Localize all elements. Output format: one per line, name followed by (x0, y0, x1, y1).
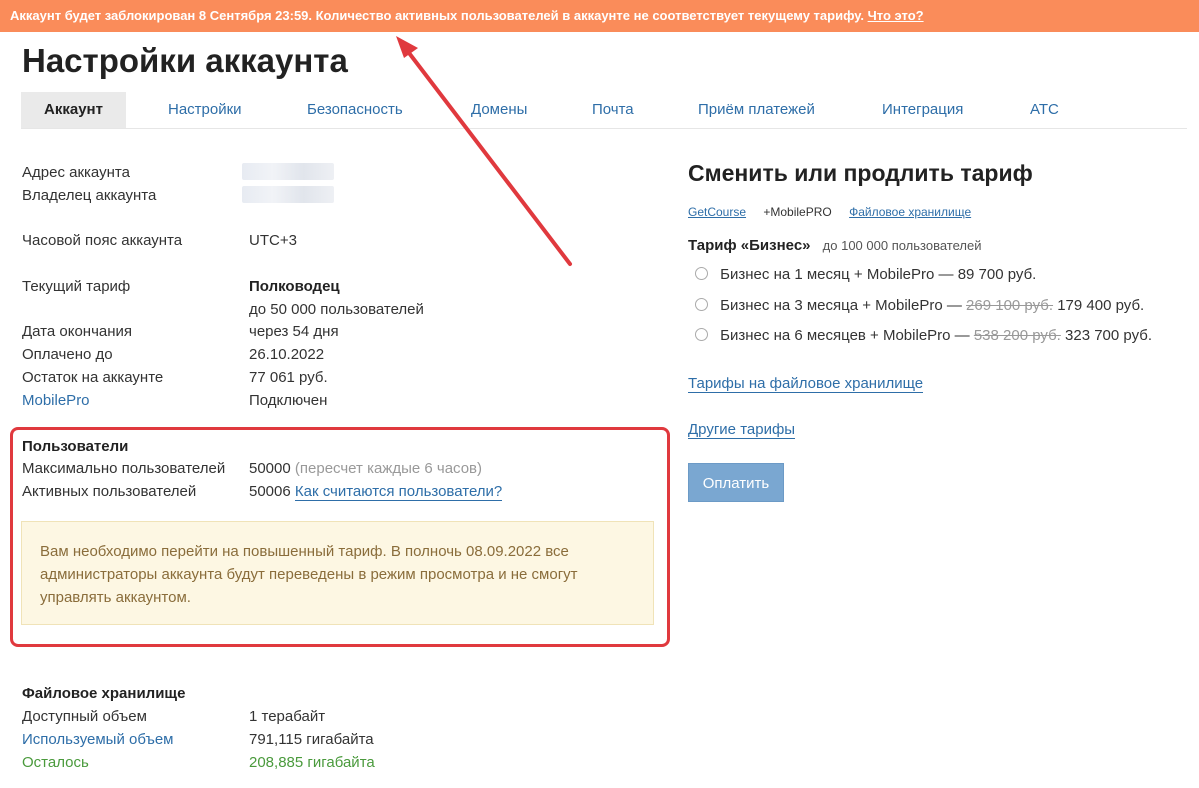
annotation-arrow-shaft (404, 47, 572, 266)
annotation-arrow-head (396, 36, 418, 58)
annotation-arrow (396, 36, 572, 266)
